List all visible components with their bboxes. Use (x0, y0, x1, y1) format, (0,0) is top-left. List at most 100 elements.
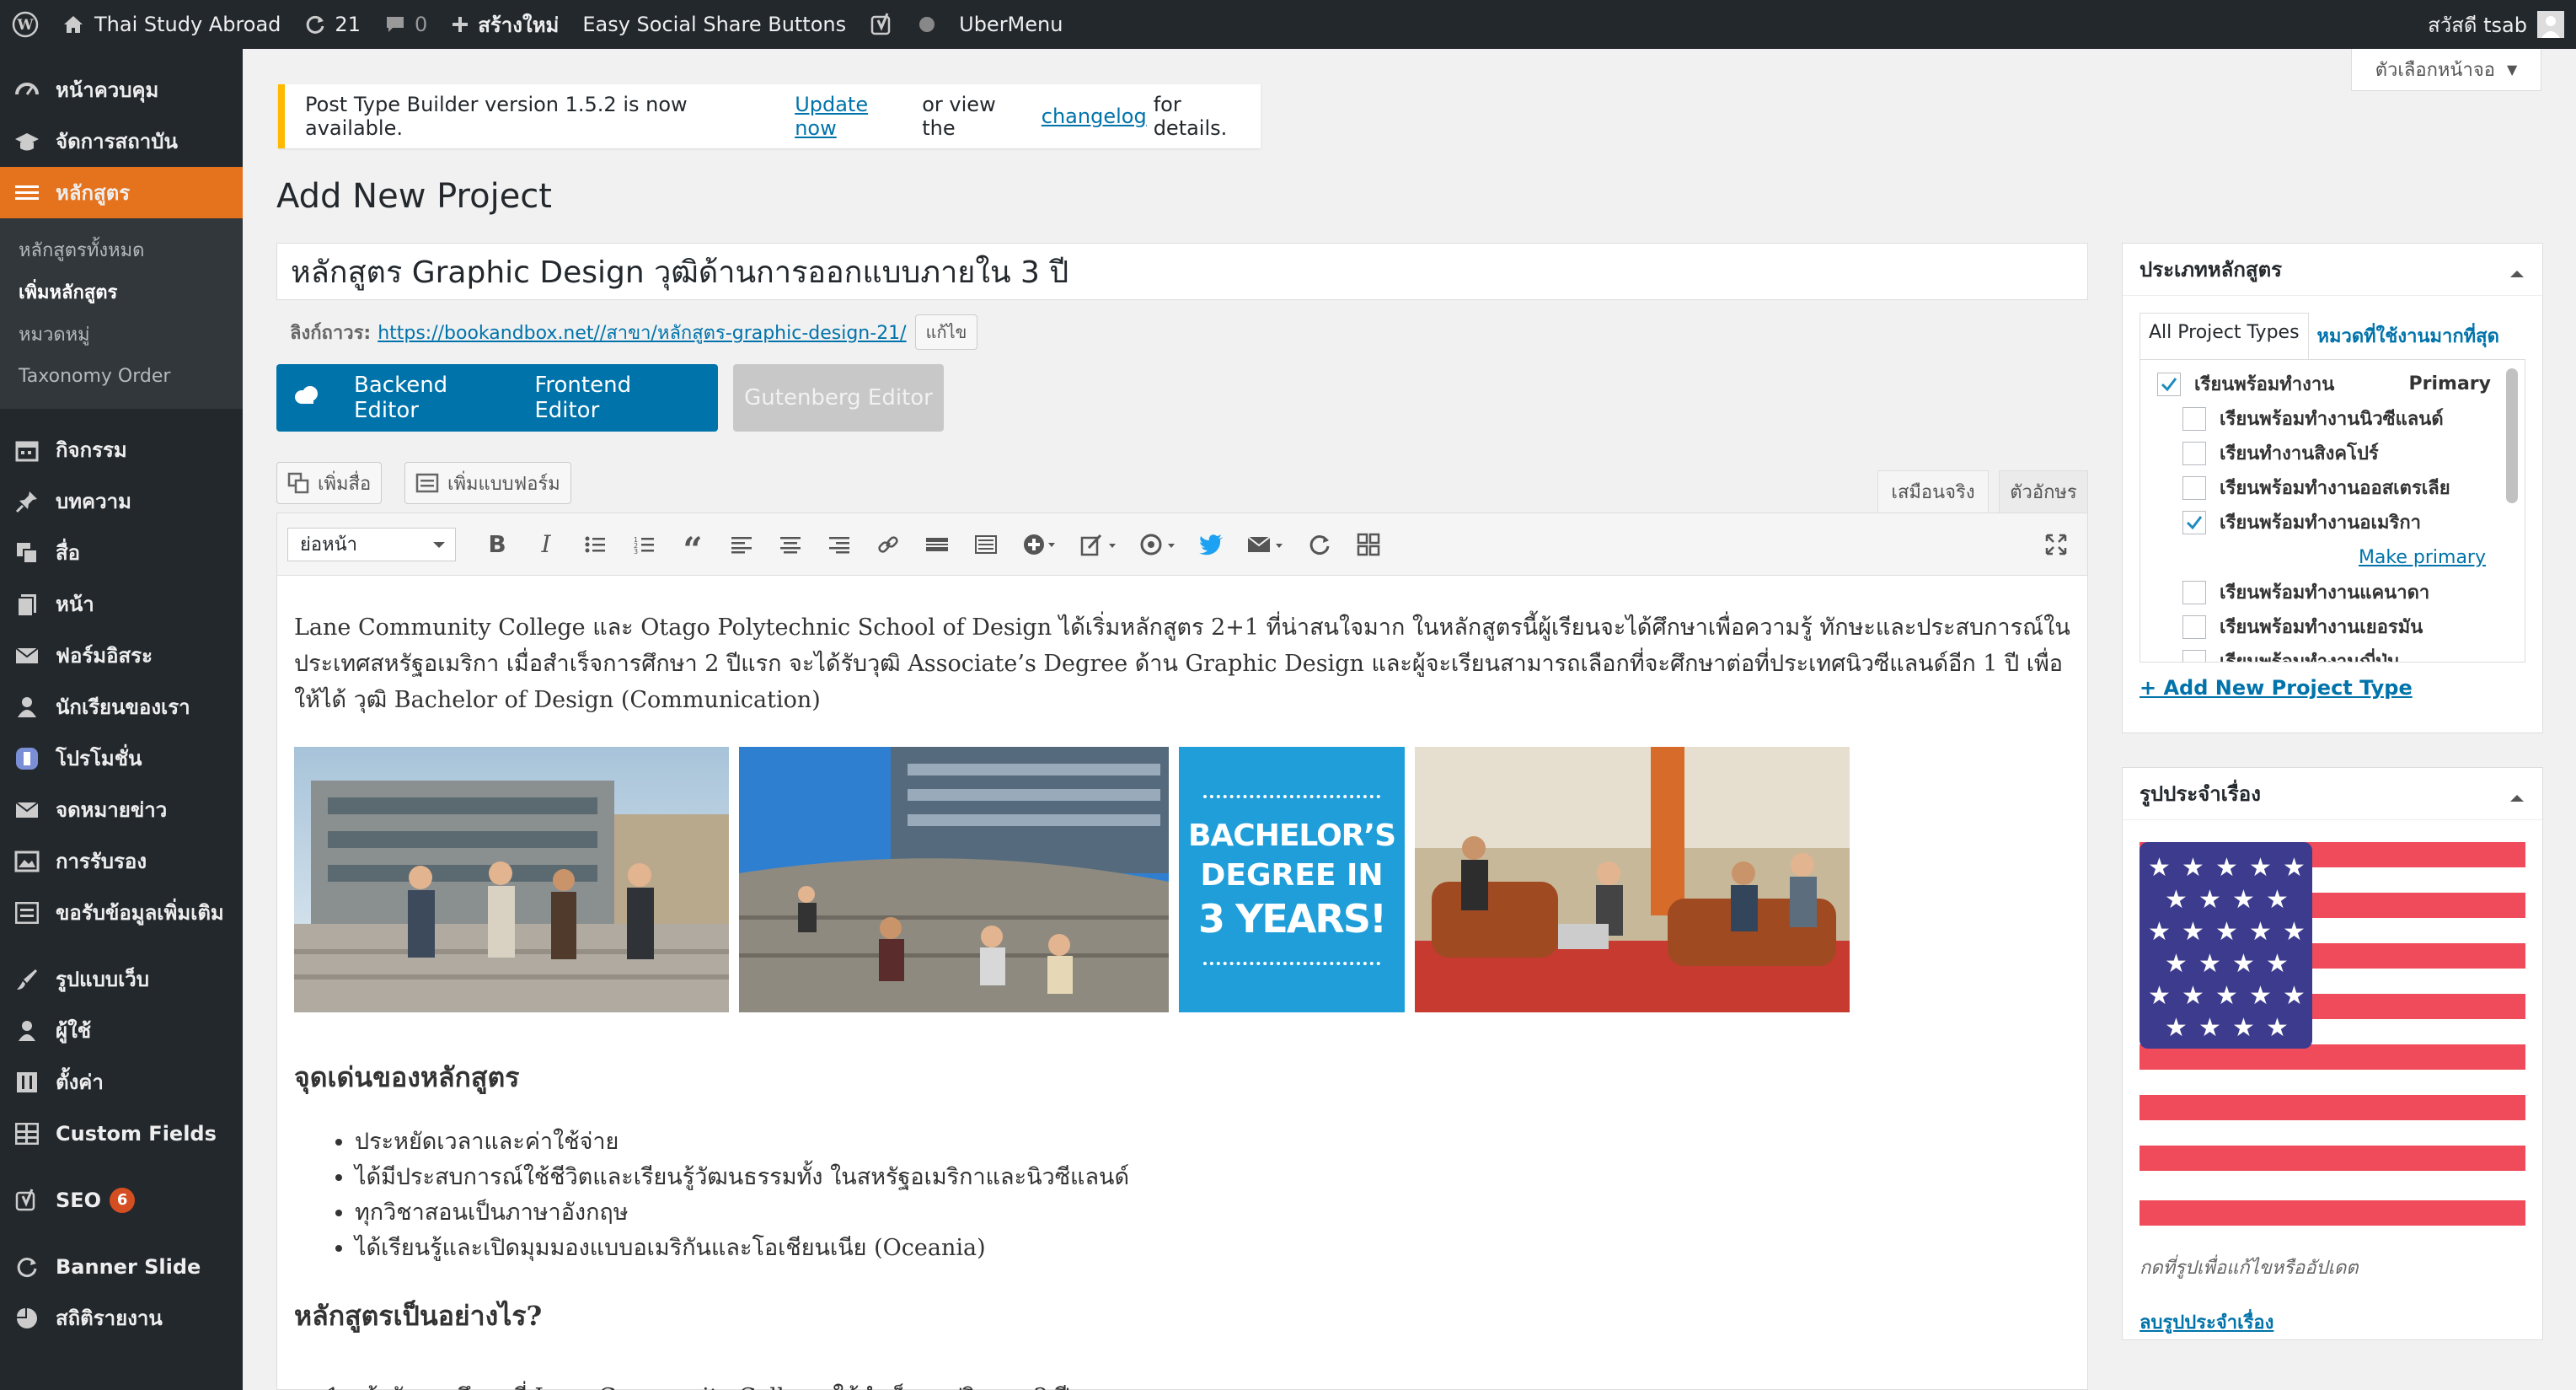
post-title-input[interactable]: หลักสูตร Graphic Design วุฒิด้านการออกแบ… (276, 243, 2088, 300)
align-center-icon[interactable] (766, 523, 815, 566)
backend-editor-button[interactable]: Backend Editor (354, 373, 509, 423)
checklist-item[interactable]: เรียนพร้อมทำงานออสเตรเลีย (2140, 470, 2525, 505)
menu-custom-fields[interactable]: Custom Fields (0, 1108, 243, 1159)
format-select[interactable]: ย่อหน้า (287, 527, 456, 561)
checkbox[interactable] (2182, 649, 2206, 662)
submenu-taxonomy-order[interactable]: Taxonomy Order (0, 355, 243, 397)
menu-institutions[interactable]: จัดการสถาบัน (0, 115, 243, 167)
toolbar-toggle-icon[interactable] (961, 523, 1010, 566)
updates-link[interactable]: 21 (292, 0, 372, 49)
gutenberg-editor-button[interactable]: Gutenberg Editor (733, 364, 944, 432)
blockquote-icon[interactable]: “ (668, 523, 717, 570)
checklist-item[interactable]: เรียนพร้อมทำงานเยอรมัน (2140, 609, 2525, 644)
checkbox[interactable] (2182, 406, 2206, 431)
checkbox[interactable] (2182, 510, 2206, 534)
banner-line-2: DEGREE IN (1200, 857, 1384, 893)
checklist-item[interactable]: เรียนพร้อมทำงานญี่ปุ่น (2140, 644, 2525, 662)
menu-newsletter[interactable]: จดหมายข่าว (0, 784, 243, 835)
update-now-link[interactable]: Update now (795, 93, 915, 140)
collapse-arrow-icon[interactable] (2510, 788, 2524, 802)
collapse-arrow-icon[interactable] (2510, 264, 2524, 277)
tab-all-project-types[interactable]: All Project Types (2140, 313, 2309, 359)
changelog-link[interactable]: changelog (1042, 105, 1147, 128)
align-left-icon[interactable] (717, 523, 766, 566)
tab-most-used[interactable]: หมวดที่ใช้งานมากที่สุด (2309, 313, 2508, 359)
add-media-button[interactable]: เพิ่มสื่อ (276, 462, 383, 504)
italic-icon[interactable]: I (522, 523, 570, 566)
shortcode-icon[interactable] (1128, 523, 1187, 566)
menu-events[interactable]: กิจกรรม (0, 424, 243, 475)
menu-settings[interactable]: ตั้งค่า (0, 1056, 243, 1108)
bullet-list-icon[interactable] (570, 523, 619, 566)
project-types-header[interactable]: ประเภทหลักสูตร (2123, 244, 2542, 296)
new-content-link[interactable]: สร้างใหม่ (439, 0, 570, 49)
menu-promotions[interactable]: โปรโมชั่น (0, 733, 243, 784)
tab-text[interactable]: ตัวอักษร (1999, 470, 2088, 513)
checklist-item[interactable]: เรียนพร้อมทำงานนิวซีแลนด์ (2140, 401, 2525, 436)
align-right-icon[interactable] (815, 523, 864, 566)
checkbox[interactable] (2182, 580, 2206, 604)
graduation-cap-icon (12, 126, 42, 157)
add-new-project-type-link[interactable]: + Add New Project Type (2140, 676, 2413, 700)
tab-visual[interactable]: เสมือนจริง (1877, 470, 1989, 513)
menu-seo[interactable]: SEO 6 (0, 1174, 243, 1226)
edit-permalink-button[interactable]: แก้ไข (914, 314, 978, 350)
menu-students[interactable]: นักเรียนของเรา (0, 681, 243, 733)
menu-dashboard[interactable]: หน้าควบคุม (0, 64, 243, 115)
comments-link[interactable]: 0 (372, 0, 439, 49)
form-builder-icon[interactable] (1069, 523, 1128, 566)
menu-pages[interactable]: หน้า (0, 578, 243, 630)
checkbox[interactable] (2182, 475, 2206, 500)
grid-icon[interactable] (1344, 523, 1393, 566)
add-form-button[interactable]: เพิ่มแบบฟอร์ม (404, 462, 571, 504)
email-icon[interactable] (1236, 523, 1295, 566)
site-name-link[interactable]: Thai Study Abroad (51, 0, 292, 49)
frontend-editor-button[interactable]: Frontend Editor (534, 373, 693, 423)
yoast-icon[interactable] (858, 0, 907, 49)
menu-testimonials[interactable]: การรับรอง (0, 835, 243, 887)
featured-image[interactable]: ★ ★ ★ ★ ★ ★ ★ ★ ★ ★ ★ ★ ★ ★ ★ ★ ★ ★ ★ ★ ★ ★ ★ ★ ★ ★ ★ (2140, 842, 2525, 1229)
checkbox[interactable] (2182, 614, 2206, 639)
refresh-icon[interactable] (1295, 523, 1344, 566)
campus-photo-steps[interactable] (739, 747, 1169, 1012)
link-icon[interactable] (864, 523, 913, 566)
submenu-add-course[interactable]: เพิ่มหลักสูตร (0, 271, 243, 313)
twitter-icon[interactable] (1187, 523, 1236, 566)
menu-inquiries[interactable]: ขอรับข้อมูลเพิ่มเติม (0, 887, 243, 938)
checklist-item[interactable]: เรียนทำงานสิงคโปร์ (2140, 436, 2525, 470)
menu-users[interactable]: ผู้ใช้ (0, 1005, 243, 1056)
featured-image-header[interactable]: รูปประจำเรื่อง (2123, 768, 2542, 820)
students-lounge-photo[interactable] (1415, 747, 1850, 1012)
checklist-item[interactable]: เรียนพร้อมทำงานแคนาดา (2140, 575, 2525, 609)
submenu-categories[interactable]: หมวดหมู่ (0, 313, 243, 355)
menu-banner-slide[interactable]: Banner Slide (0, 1241, 243, 1292)
wordpress-logo-icon[interactable]: W (0, 0, 51, 49)
numbered-list-icon[interactable]: 123 (619, 523, 668, 566)
share-plugin-link[interactable]: Easy Social Share Buttons (570, 0, 858, 49)
fullscreen-icon[interactable] (2032, 523, 2081, 566)
account-link[interactable]: สวัสดี tsab (2416, 0, 2576, 49)
bachelors-degree-banner[interactable]: BACHELOR’S DEGREE IN 3 YEARS! (1179, 747, 1405, 1012)
screen-options-button[interactable]: ตัวเลือกหน้าจอ ▼ (2351, 49, 2541, 91)
checklist-scrollbar[interactable] (2506, 368, 2518, 503)
make-primary-link[interactable]: Make primary (2359, 547, 2486, 568)
menu-courses[interactable]: หลักสูตร (0, 167, 243, 218)
checklist-item[interactable]: เรียนพร้อมทำงาน Primary (2140, 367, 2525, 401)
ubermenu-link[interactable]: UberMenu (947, 0, 1074, 49)
bold-icon[interactable]: B (473, 523, 522, 566)
menu-media[interactable]: สื่อ (0, 527, 243, 578)
editor-content[interactable]: Lane Community College และ Otago Polytec… (277, 576, 2087, 1390)
menu-appearance[interactable]: รูปแบบเว็บ (0, 953, 243, 1005)
menu-statistics[interactable]: สถิติรายงาน (0, 1292, 243, 1344)
checklist-item[interactable]: เรียนพร้อมทำงานอเมริกา (2140, 505, 2525, 539)
submenu-all-courses[interactable]: หลักสูตรทั้งหมด (0, 228, 243, 271)
campus-photo-students[interactable] (294, 747, 729, 1012)
checkbox[interactable] (2157, 372, 2181, 396)
add-block-icon[interactable] (1010, 523, 1069, 566)
menu-forms[interactable]: ฟอร์มอิสระ (0, 630, 243, 681)
menu-posts[interactable]: บทความ (0, 475, 243, 527)
checkbox[interactable] (2182, 441, 2206, 465)
read-more-icon[interactable] (913, 523, 961, 566)
permalink-url[interactable]: https://bookandbox.net//สาขา/หลักสูตร-gr… (378, 318, 906, 347)
remove-featured-image-link[interactable]: ลบรูปประจำเรื่อง (2140, 1312, 2273, 1334)
